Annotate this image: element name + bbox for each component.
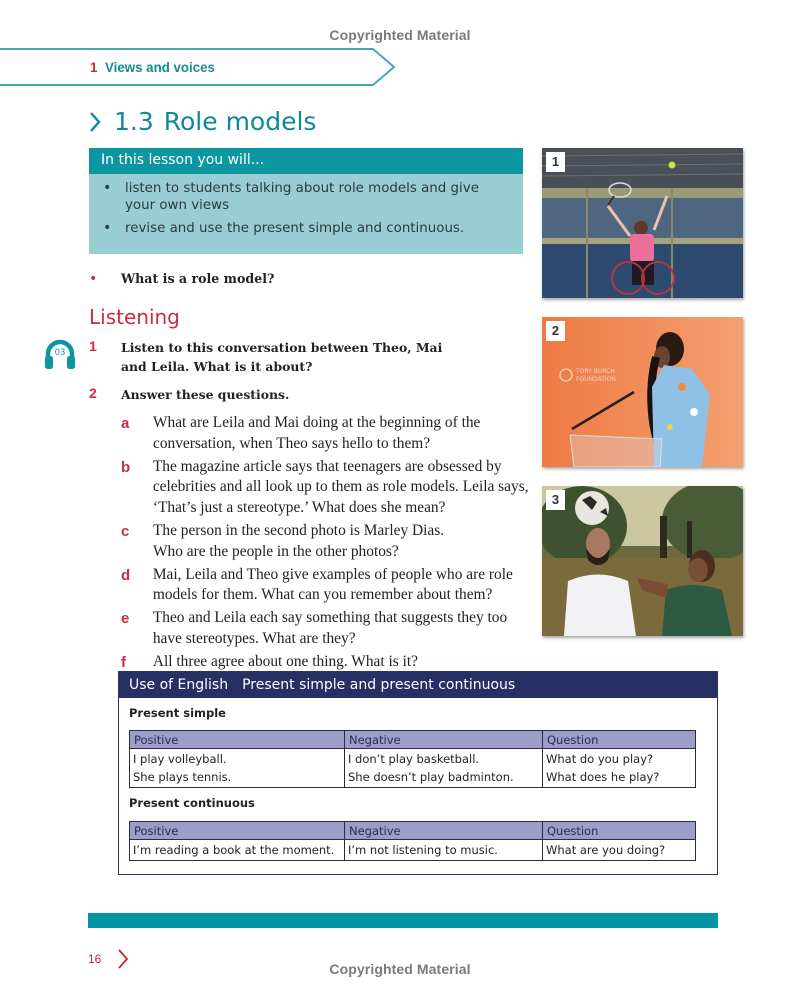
question-item-e: e Theo and Leila each say something that…	[121, 608, 531, 650]
use-of-english-box: Use of English Present simple and present…	[118, 671, 718, 875]
column-header: Positive	[129, 730, 345, 749]
table-cell: What do you play? What does he play?	[542, 748, 696, 788]
audio-track-number: 03	[55, 348, 66, 358]
photo-football-park: 3	[542, 486, 743, 636]
question-letter: b	[121, 458, 131, 476]
use-of-english-header: Use of English Present simple and present…	[119, 672, 717, 698]
question-item-c: c The person in the second photo is Marl…	[121, 521, 531, 563]
lesson-number: 1.3	[114, 107, 154, 136]
bullet-icon: •	[103, 180, 112, 196]
speaker-photo-image: TORY BURCH FOUNDATION	[542, 317, 743, 467]
question-letter: c	[121, 522, 130, 540]
question-text: The person in the second photo is Marley…	[153, 521, 445, 560]
table-heading-present-continuous: Present continuous	[129, 796, 255, 810]
exercise-number: 2	[89, 385, 97, 401]
tennis-photo-image	[542, 148, 743, 298]
question-text: The magazine article says that teenagers…	[152, 457, 529, 517]
question-text: Theo and Leila each say something that s…	[152, 609, 508, 647]
lesson-title: 1.3 Role models	[88, 107, 316, 136]
question-item-d: d Mai, Leila and Theo give examples of p…	[121, 565, 531, 607]
exercise-text: Answer these questions.	[121, 387, 290, 402]
use-of-english-label: Use of English	[129, 677, 229, 693]
lesson-objectives-box: In this lesson you will... • listen to st…	[89, 148, 523, 254]
photo-speaker-podium: TORY BURCH FOUNDATION 2	[542, 317, 743, 467]
objective-item: • listen to students talking about role m…	[103, 180, 479, 213]
table-cell: I play volleyball. She plays tennis.	[129, 748, 345, 788]
photo-wheelchair-tennis: 1	[542, 148, 743, 298]
question-letter: e	[121, 610, 130, 628]
question-text: All three agree about one thing. What is…	[152, 652, 418, 670]
chapter-label: 1 Views and voices	[90, 59, 215, 75]
column-header: Question	[542, 821, 696, 840]
table-row: I’m reading a book at the moment. I’m no…	[129, 839, 696, 861]
question-list: a What are Leila and Mai doing at the be…	[121, 413, 531, 675]
table-cell: I’m not listening to music.	[344, 839, 543, 861]
copyright-watermark-top: Copyrighted Material	[329, 27, 471, 43]
backdrop-text: TORY BURCH	[575, 368, 615, 375]
chapter-number: 1	[90, 59, 98, 75]
warmup-question: • What is a role model?	[89, 271, 274, 287]
football-photo-image	[542, 486, 743, 636]
chapter-banner: 1 Views and voices	[0, 48, 400, 88]
table-cell: What are you doing?	[542, 839, 696, 861]
question-letter: d	[121, 566, 131, 584]
lesson-name: Role models	[163, 107, 317, 136]
question-text: What are Leila and Mai doing at the begi…	[153, 414, 481, 452]
table-header-row: Positive Negative Question	[129, 821, 696, 840]
exercise-1: 1 Listen to this conversation between Th…	[89, 338, 461, 376]
table-header-row: Positive Negative Question	[129, 730, 696, 749]
objectives-heading: In this lesson you will...	[89, 148, 523, 174]
bullet-icon: •	[89, 271, 98, 287]
photo-number-badge: 2	[546, 321, 565, 341]
question-item-f: f All three agree about one thing. What …	[121, 652, 531, 673]
present-simple-table: Positive Negative Question I play volley…	[129, 730, 696, 788]
warmup-question-text: What is a role model?	[121, 271, 275, 286]
column-header: Positive	[129, 821, 345, 840]
use-of-english-title: Present simple and present continuous	[242, 677, 516, 693]
table-cell: I don’t play basketball. She doesn’t pla…	[344, 748, 543, 788]
bullet-icon: •	[103, 220, 112, 236]
table-heading-present-simple: Present simple	[129, 706, 226, 720]
exercise-number: 1	[89, 338, 97, 354]
column-header: Negative	[344, 821, 543, 840]
question-letter: a	[121, 415, 130, 432]
section-heading-listening: Listening	[89, 305, 180, 329]
footer-bar	[88, 913, 718, 928]
objective-item: • revise and use the present simple and c…	[103, 220, 465, 236]
svg-text:FOUNDATION: FOUNDATION	[576, 376, 616, 383]
question-item-b: b The magazine article says that teenage…	[121, 457, 531, 519]
exercise-2: 2 Answer these questions.	[89, 385, 289, 404]
photo-number-badge: 3	[546, 490, 565, 510]
question-letter: f	[121, 653, 126, 671]
exercise-text: Listen to this conversation between Theo…	[121, 340, 443, 374]
chevron-right-icon	[90, 111, 101, 132]
photo-number-badge: 1	[546, 152, 565, 172]
table-cell: I’m reading a book at the moment.	[129, 839, 345, 861]
column-header: Negative	[344, 730, 543, 749]
question-text: Mai, Leila and Theo give examples of peo…	[152, 565, 513, 604]
copyright-watermark-bottom: Copyrighted Material	[329, 961, 471, 977]
chapter-title: Views and voices	[105, 59, 215, 75]
question-item-a: a What are Leila and Mai doing at the be…	[121, 413, 531, 455]
table-row: I play volleyball. She plays tennis. I d…	[129, 748, 696, 788]
headphones-audio-icon[interactable]: 03	[44, 339, 76, 369]
column-header: Question	[542, 730, 696, 749]
present-continuous-table: Positive Negative Question I’m reading a…	[129, 821, 696, 861]
